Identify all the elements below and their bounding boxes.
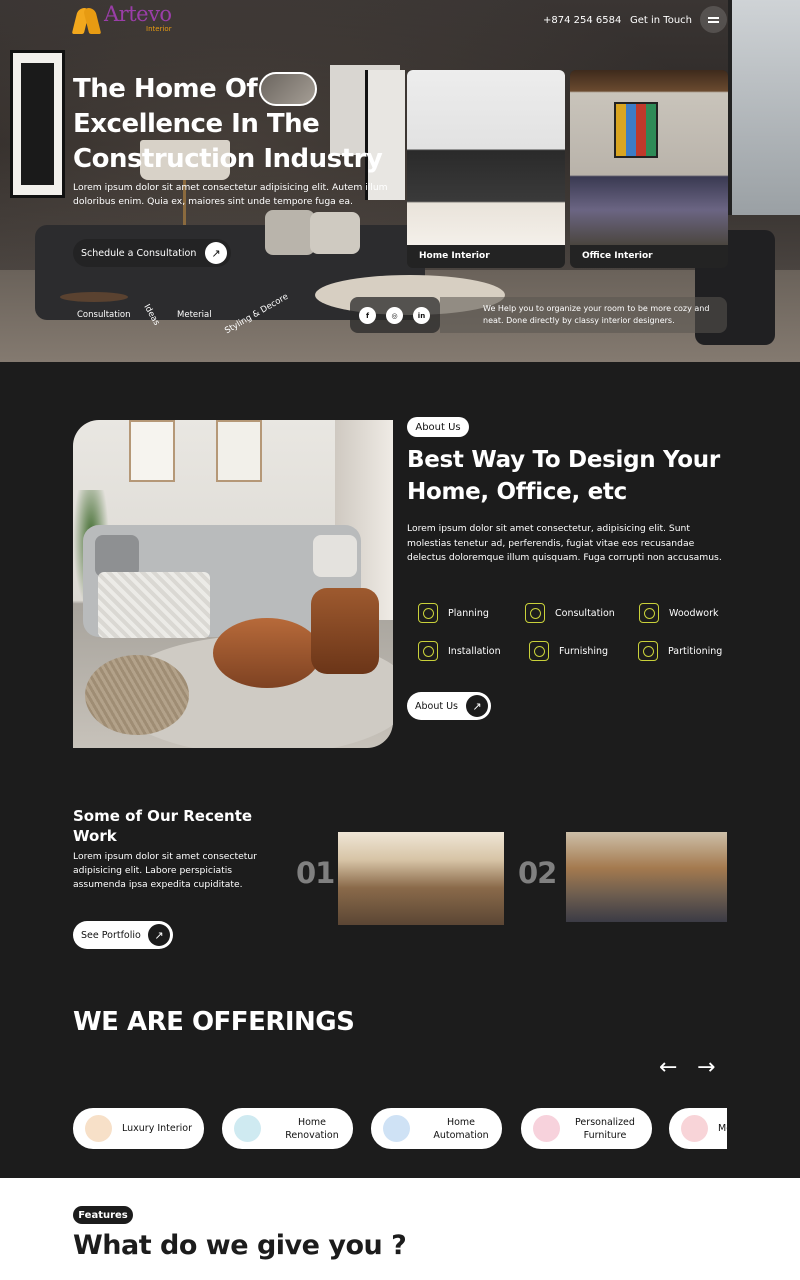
work-image[interactable] <box>338 832 504 925</box>
home-automation-icon <box>383 1115 410 1142</box>
service-planning: Planning <box>418 603 489 623</box>
phone-link[interactable]: +874 254 6584 <box>543 15 621 26</box>
consultation-icon <box>525 603 545 623</box>
service-consultation: Consultation <box>525 603 615 623</box>
home-interior-image <box>407 70 565 245</box>
schedule-consultation-label: Schedule a Consultation <box>81 247 197 259</box>
tag-material: Meterial <box>177 310 212 320</box>
features-section <box>0 1178 800 1280</box>
service-installation: Installation <box>418 641 501 661</box>
menu-button[interactable] <box>700 6 727 33</box>
hero-description: Lorem ipsum dolor sit amet consectetur a… <box>73 182 388 207</box>
home-interior-card[interactable]: Home Interior <box>407 70 565 268</box>
planning-icon <box>418 603 438 623</box>
recent-work-description: Lorem ipsum dolor sit amet consectetur a… <box>73 851 257 890</box>
home-interior-label: Home Interior <box>419 251 490 261</box>
offering-icon <box>681 1115 708 1142</box>
tag-consultation: Consultation <box>77 310 131 320</box>
service-partitioning: Partitioning <box>638 641 722 661</box>
woodwork-icon <box>639 603 659 623</box>
recent-work-title: Some of Our Recente Work <box>73 807 253 845</box>
about-us-button[interactable]: About Us ↗ <box>407 692 491 720</box>
linkedin-icon[interactable]: in <box>413 307 430 324</box>
arrow-up-right-icon: ↗ <box>148 924 170 946</box>
facebook-icon[interactable]: f <box>359 307 376 324</box>
arrow-up-right-icon: ↗ <box>466 695 488 717</box>
offering-luxury-interior[interactable]: Luxury Interior <box>73 1108 204 1149</box>
help-text: We Help you to organize your room to be … <box>483 304 710 325</box>
pillow <box>310 212 360 254</box>
offering-home-renovation[interactable]: Home Renovation <box>222 1108 353 1149</box>
about-description: Lorem ipsum dolor sit amet consectetur, … <box>407 523 722 563</box>
work-number: 01 <box>296 856 335 890</box>
work-number: 02 <box>518 856 557 890</box>
about-title: Best Way To Design Your Home, Office, et… <box>407 447 720 505</box>
carousel-next-button[interactable]: → <box>697 1055 715 1080</box>
office-interior-card[interactable]: Office Interior <box>570 70 728 268</box>
about-us-button-label: About Us <box>415 700 459 712</box>
partitioning-icon <box>638 641 658 661</box>
furnishing-icon <box>529 641 549 661</box>
window <box>728 0 800 215</box>
schedule-consultation-button[interactable]: Schedule a Consultation ↗ <box>73 239 231 267</box>
service-woodwork: Woodwork <box>639 603 718 623</box>
about-image <box>73 420 393 748</box>
office-interior-image <box>570 70 728 245</box>
brand-logo[interactable]: Artevo Interior <box>71 2 172 34</box>
features-badge: Features <box>73 1206 133 1224</box>
social-links: f ◎ in <box>350 297 440 333</box>
wall-art-frame <box>10 50 65 198</box>
pillow <box>265 210 315 255</box>
offering-personalized-furniture[interactable]: Personalized Furniture <box>521 1108 652 1149</box>
offering-home-automation[interactable]: Home Automation <box>371 1108 502 1149</box>
features-title: What do we give you ? <box>73 1230 407 1261</box>
logo-mark-icon <box>71 4 102 34</box>
luxury-interior-icon <box>85 1115 112 1142</box>
brand-name: Artevo <box>104 2 172 26</box>
side-table <box>60 292 128 302</box>
hero-title: The Home Of Excellence In The Constructi… <box>73 74 383 174</box>
service-furnishing: Furnishing <box>529 641 608 661</box>
get-in-touch-link[interactable]: Get in Touch <box>630 15 692 26</box>
offering-partial[interactable]: Me <box>669 1108 727 1149</box>
installation-icon <box>418 641 438 661</box>
hamburger-icon <box>708 17 719 19</box>
home-renovation-icon <box>234 1115 261 1142</box>
see-portfolio-label: See Portfolio <box>81 929 141 941</box>
personalized-furniture-icon <box>533 1115 560 1142</box>
about-us-badge: About Us <box>407 417 469 437</box>
title-inline-image <box>259 72 317 106</box>
brand-subtitle: Interior <box>146 25 172 33</box>
offerings-title: WE ARE OFFERINGS <box>73 1007 355 1037</box>
office-interior-label: Office Interior <box>582 251 653 261</box>
instagram-icon[interactable]: ◎ <box>386 307 403 324</box>
work-image[interactable] <box>566 832 727 922</box>
arrow-up-right-icon: ↗ <box>205 242 227 264</box>
carousel-prev-button[interactable]: ← <box>659 1055 677 1080</box>
see-portfolio-button[interactable]: See Portfolio ↗ <box>73 921 173 949</box>
